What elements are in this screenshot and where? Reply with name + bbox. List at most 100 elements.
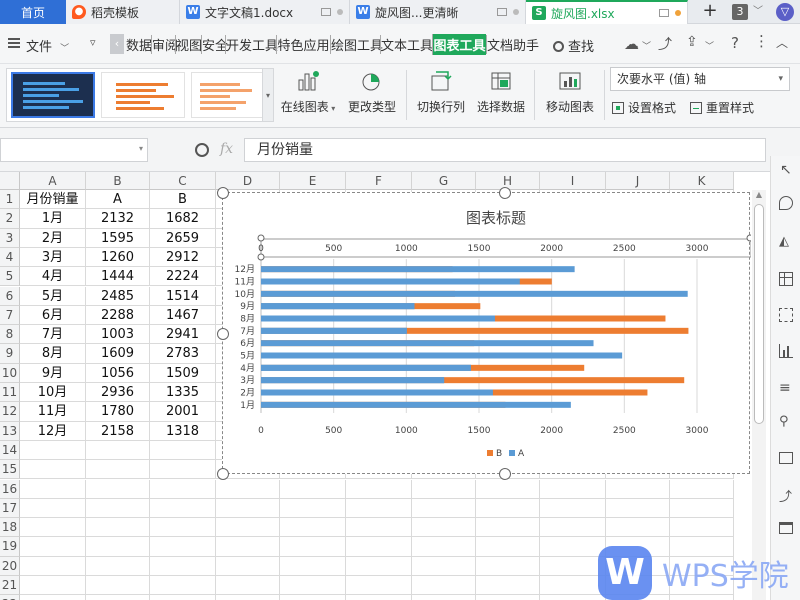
table-cell[interactable] [86,537,150,557]
chart-panel-icon[interactable] [779,344,793,358]
apps-grid-icon[interactable] [779,308,793,322]
table-cell[interactable]: 1335 [150,383,216,403]
table-cell[interactable]: 1509 [150,363,216,383]
table-cell[interactable]: A [86,190,150,210]
bar-a[interactable] [261,290,688,297]
tab-count-badge[interactable]: 3 [732,4,748,20]
table-cell[interactable]: 1609 [86,344,150,364]
empty-cell[interactable] [280,518,346,538]
row-header[interactable]: 12 [0,402,20,422]
empty-cell[interactable] [346,518,412,538]
tab-home[interactable]: 首页 [0,0,66,24]
table-cell[interactable]: 3月 [20,247,86,268]
table-cell[interactable] [20,576,86,596]
table-cell[interactable] [150,498,216,519]
empty-cell[interactable] [670,518,734,538]
bar-a-overlay[interactable] [261,389,493,396]
empty-cell[interactable] [476,595,540,600]
cursor-select-icon[interactable]: ↖ [780,162,792,178]
new-tab-button[interactable]: + [700,0,720,24]
empty-cell[interactable] [412,556,476,576]
table-cell[interactable] [86,518,150,538]
menu-item[interactable]: 绘图工具 [330,35,383,54]
table-cell[interactable]: 11月 [20,402,86,422]
bar-a[interactable] [261,266,575,273]
tab-whirlwind-doc[interactable]: W 旋风图...更清晰 [350,0,526,24]
chart-title[interactable]: 图表标题 [466,209,526,227]
column-header[interactable]: E [280,172,346,190]
row-header[interactable]: 16 [0,479,20,499]
row-header[interactable]: 14 [0,440,20,461]
bar-a[interactable] [261,340,594,347]
row-header[interactable]: 3 [0,228,20,248]
empty-cell[interactable] [476,576,540,596]
column-header[interactable]: F [346,172,412,190]
empty-cell[interactable] [216,576,280,596]
bar-a-overlay[interactable] [261,377,445,384]
table-cell[interactable]: 12月 [20,421,86,441]
column-header[interactable]: G [412,172,476,190]
table-cell[interactable] [20,440,86,461]
table-cell[interactable] [86,556,150,576]
filter-icon[interactable]: ⚲ [779,414,789,429]
search-menu[interactable]: 查找 [553,36,594,55]
table-cell[interactable]: 4月 [20,267,86,287]
empty-cell[interactable] [540,576,606,596]
profile-badge-icon[interactable]: ▽ [776,3,794,21]
table-cell[interactable]: 2912 [150,247,216,268]
table-cell[interactable] [86,576,150,596]
empty-cell[interactable] [606,479,670,499]
table-cell[interactable]: 6月 [20,305,86,326]
empty-cell[interactable] [540,518,606,538]
row-header[interactable]: 7 [0,305,20,326]
menu-item[interactable]: 数据 [126,35,152,54]
table-cell[interactable] [150,537,216,557]
bar-a-overlay[interactable] [261,327,407,334]
zoom-formula-icon[interactable] [195,143,209,157]
table-cell[interactable] [20,479,86,499]
bar-a-overlay[interactable] [261,303,415,310]
table-cell[interactable]: 2783 [150,344,216,364]
empty-cell[interactable] [412,479,476,499]
column-header[interactable]: B [86,172,150,190]
archive-box-icon[interactable] [779,522,793,534]
column-header[interactable]: J [606,172,670,190]
image-icon[interactable] [779,452,793,464]
row-header[interactable]: 13 [0,421,20,441]
row-header[interactable]: 19 [0,537,20,557]
table-cell[interactable]: 1682 [150,209,216,229]
cloud-sync-icon[interactable]: ☁ [624,35,639,53]
table-cell[interactable]: 2132 [86,209,150,229]
axis-selection-handle[interactable] [257,234,265,242]
empty-cell[interactable] [670,498,734,519]
export-icon[interactable]: ⇪ [686,34,698,50]
table-cell[interactable]: 10月 [20,383,86,403]
empty-cell[interactable] [670,479,734,499]
chart-object[interactable]: 图表标题 1月 2月 3月 4月 5月 6月 7月 8月 9月 10月 11月 12月 0 500 100… [217,187,751,480]
table-cell[interactable] [20,537,86,557]
table-cell[interactable] [150,595,216,600]
table-cell[interactable]: 1595 [86,228,150,248]
table-cell[interactable]: 2月 [20,228,86,248]
menu-item[interactable]: 文本工具 [380,35,433,54]
share-out-icon[interactable]: ⤴ [779,486,792,505]
column-header[interactable]: C [150,172,216,190]
scroll-up-icon[interactable]: ▲ [752,190,766,202]
table-cell[interactable]: 2224 [150,267,216,287]
table-cell[interactable]: 1444 [86,267,150,287]
table-cell[interactable] [20,556,86,576]
table-cell[interactable]: 2288 [86,305,150,326]
empty-cell[interactable] [280,537,346,557]
row-header[interactable]: 20 [0,556,20,576]
table-cell[interactable] [150,479,216,499]
empty-cell[interactable] [216,518,280,538]
row-header[interactable]: 17 [0,498,20,519]
tab-word-document[interactable]: W 文字文稿1.docx [180,0,350,24]
table-cell[interactable]: 2936 [86,383,150,403]
empty-cell[interactable] [412,595,476,600]
empty-cell[interactable] [476,556,540,576]
tab-overflow-chevron-icon[interactable]: ﹀ [753,4,767,20]
more-options-icon[interactable]: ⋮ [754,32,769,50]
empty-cell[interactable] [540,498,606,519]
row-header[interactable]: 18 [0,518,20,538]
